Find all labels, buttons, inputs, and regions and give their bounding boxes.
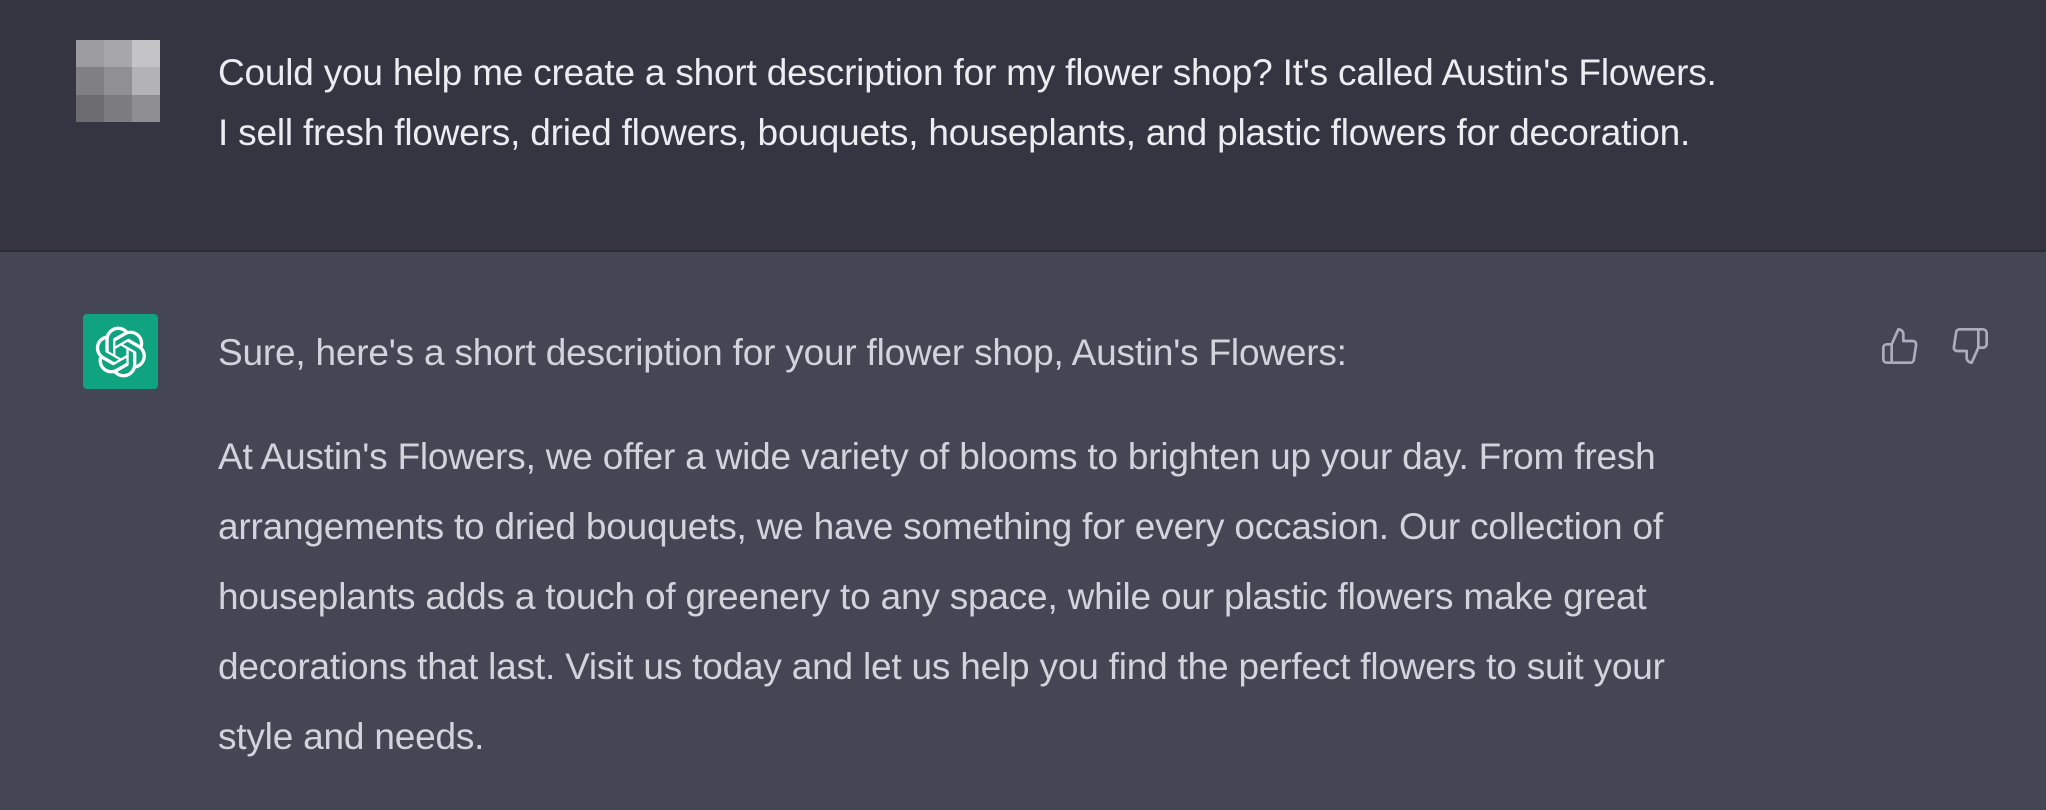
avatar-pixel: [104, 40, 132, 68]
user-message-line: I sell fresh flowers, dried flowers, bou…: [218, 112, 1691, 153]
thumbs-up-icon: [1882, 328, 1918, 364]
avatar-pixel: [76, 94, 104, 123]
assistant-paragraph: At Austin's Flowers, we offer a wide var…: [218, 422, 1918, 772]
avatar-pixel: [104, 94, 132, 123]
avatar-pixel: [76, 40, 104, 68]
chat-thread: Could you help me create a short descrip…: [0, 0, 2046, 810]
avatar-pixel: [104, 67, 132, 95]
user-message-row: Could you help me create a short descrip…: [0, 0, 2046, 252]
avatar-pixel: [76, 67, 104, 95]
assistant-intro: Sure, here's a short description for you…: [218, 332, 1347, 373]
avatar-pixel: [132, 67, 160, 95]
assistant-paragraph-line: arrangements to dried bouquets, we have …: [218, 506, 1663, 547]
user-avatar: [76, 40, 160, 123]
assistant-paragraph-line: decorations that last. Visit us today an…: [218, 646, 1665, 687]
thumbs-down-icon: [1952, 328, 1988, 364]
assistant-paragraph-line: houseplants adds a touch of greenery to …: [218, 576, 1647, 617]
thumbs-down-button[interactable]: [1948, 324, 1992, 368]
avatar-pixel: [132, 94, 160, 123]
assistant-message-text: Sure, here's a short description for you…: [218, 318, 1918, 772]
openai-logo-icon: [95, 326, 146, 377]
assistant-message-row: Sure, here's a short description for you…: [0, 252, 2046, 810]
assistant-paragraph-line: At Austin's Flowers, we offer a wide var…: [218, 436, 1656, 477]
avatar-pixel: [132, 40, 160, 68]
assistant-paragraph-line: style and needs.: [218, 716, 485, 757]
assistant-avatar: [83, 314, 158, 389]
user-message-text: Could you help me create a short descrip…: [218, 43, 1918, 163]
user-message-line: Could you help me create a short descrip…: [218, 52, 1717, 93]
thumbs-up-button[interactable]: [1878, 324, 1922, 368]
